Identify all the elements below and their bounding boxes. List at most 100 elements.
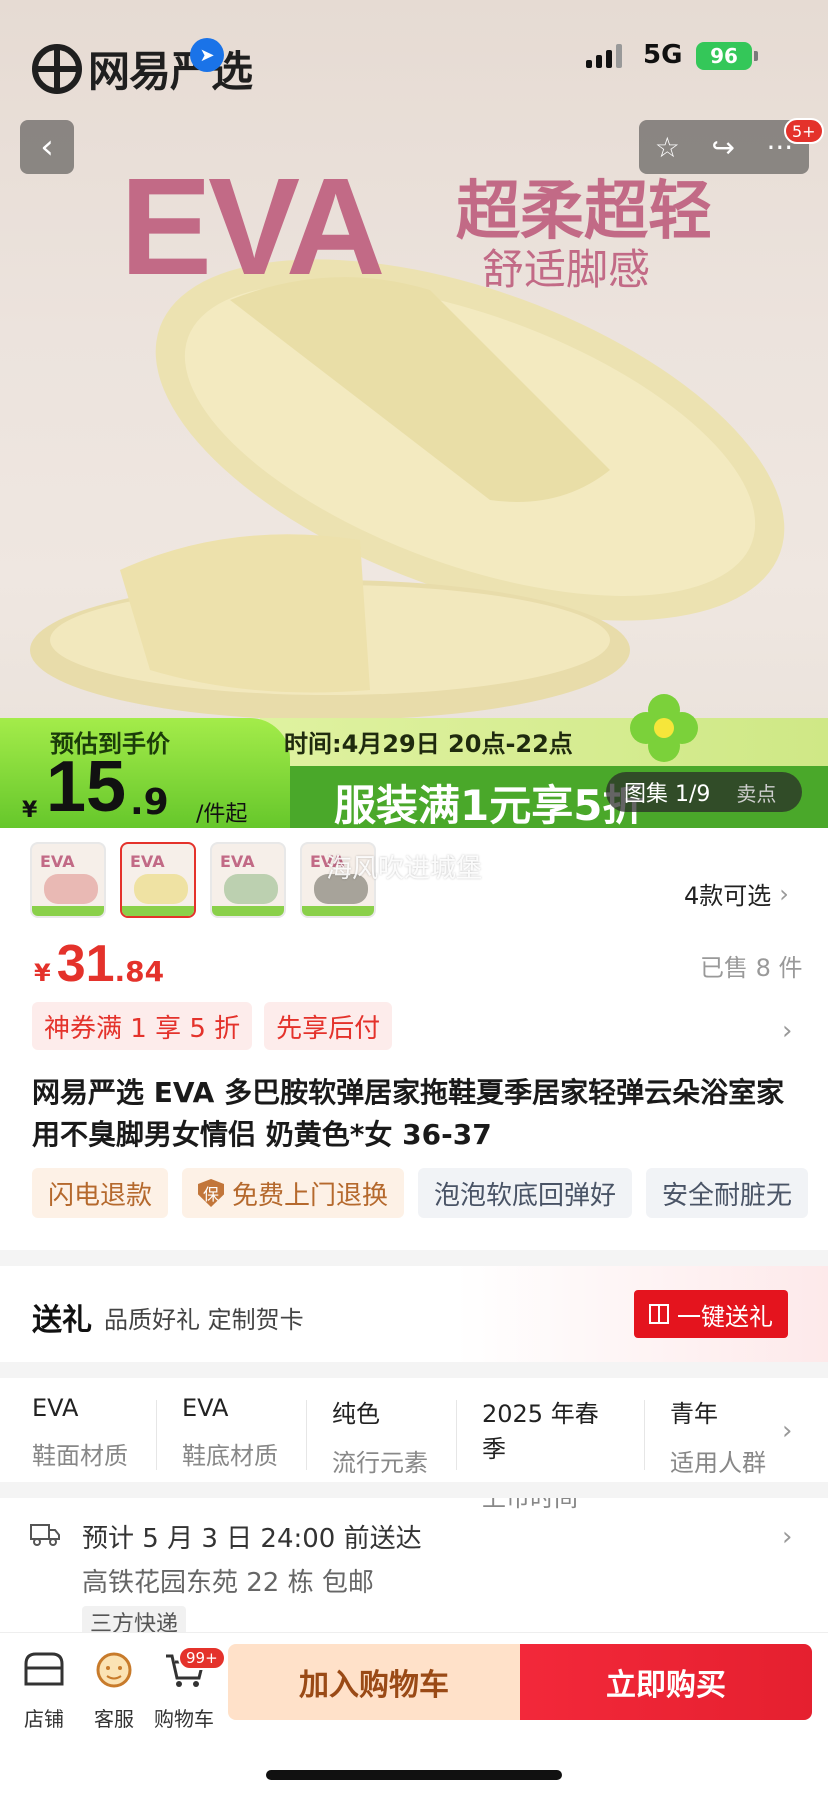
promo-slogan: 服装满1元享5折	[334, 781, 645, 830]
section-divider	[0, 1482, 828, 1498]
spec-key: 鞋底材质	[182, 1442, 278, 1470]
buy-now-button[interactable]: 立即购买	[520, 1644, 812, 1720]
promo-time: 时间:4月29日 20点-22点	[284, 730, 573, 758]
gift-icon	[649, 1304, 669, 1324]
thumbnail-label: EVA	[40, 852, 75, 871]
gift-subtitle: 品质好礼 定制贺卡	[104, 1306, 304, 1334]
service-icon	[96, 1652, 132, 1688]
chevron-right-icon: ›	[779, 879, 789, 908]
spec-divider	[644, 1400, 645, 1470]
brand-name: 网易严选	[88, 47, 253, 96]
tag-free-pickup[interactable]: 保 免费上门退换	[182, 1168, 405, 1218]
nav-store-label: 店铺	[24, 1707, 64, 1731]
tag-feature-safe[interactable]: 安全耐脏无	[646, 1168, 809, 1218]
variant-count: 4款可选	[684, 882, 772, 910]
section-divider	[0, 1362, 828, 1378]
brand-mark-icon	[32, 43, 82, 94]
back-button[interactable]: ‹	[20, 120, 74, 174]
chevron-right-icon[interactable]: ›	[782, 1016, 792, 1046]
tag-free-pickup-label: 免费上门退换	[232, 1180, 389, 1211]
home-indicator[interactable]	[266, 1770, 562, 1780]
spec-divider	[306, 1400, 307, 1470]
current-price: ¥ 31 .84	[34, 934, 164, 994]
thumbnail-label: EVA	[220, 852, 255, 871]
nav-store[interactable]: 店铺	[12, 1650, 76, 1732]
gift-button-label: 一键送礼	[677, 1302, 773, 1331]
spec-key: 流行元素	[332, 1449, 428, 1477]
thumbnail-slipper	[44, 874, 98, 904]
spec-divider	[456, 1400, 457, 1470]
sold-count: 已售 8 件	[700, 954, 803, 982]
product-title: 网易严选 EVA 多巴胺软弹居家拖鞋夏季居家轻弹云朵浴室家用不臭脚男女情侣 奶黄…	[32, 1076, 785, 1151]
chevron-right-icon[interactable]: ›	[782, 1522, 792, 1552]
promo-price-int: 15	[46, 747, 127, 827]
spec-divider	[156, 1400, 157, 1470]
shield-icon: 保	[198, 1179, 225, 1207]
shipping-eta: 预计 5 月 3 日 24:00 前送达	[82, 1524, 422, 1554]
star-icon[interactable]: ☆	[655, 131, 680, 164]
spec-item: 纯色 流行元素	[332, 1394, 472, 1478]
flower-icon	[630, 694, 698, 762]
price-int: 31	[56, 935, 115, 993]
spec-list[interactable]: EVA 鞋面材质 EVA 鞋底材质 纯色 流行元素 2025 年春季 上市时间 青年 适用人群	[0, 1378, 828, 1512]
thumbnail-footer	[212, 906, 284, 916]
network-type: 5G	[643, 40, 683, 70]
variant-selector[interactable]: 4款可选 ›	[684, 876, 789, 911]
nav-service[interactable]: 客服	[82, 1650, 146, 1732]
price-dec: .84	[114, 955, 165, 988]
seller-point-tab[interactable]: 卖点	[736, 778, 776, 807]
spec-value: EVA	[182, 1394, 229, 1422]
truck-icon	[30, 1524, 60, 1546]
coupon-row[interactable]: 神券满 1 享 5 折 先享后付	[32, 1002, 393, 1050]
gallery-pill[interactable]: 图集 1/9 卖点	[606, 772, 802, 812]
thumbnail-footer	[32, 906, 104, 916]
battery-icon: 96	[696, 42, 758, 70]
variant-thumbnail[interactable]: EVA	[210, 842, 286, 918]
price-yen: ¥	[34, 959, 51, 987]
thumbnail-label: EVA	[130, 852, 165, 871]
watermark: 海风吹进城堡	[326, 854, 483, 884]
spec-item: EVA 鞋面材质	[32, 1394, 172, 1471]
variant-thumbnail[interactable]: EVA	[120, 842, 196, 918]
spec-key: 适用人群	[670, 1449, 766, 1477]
tag-feature-soft[interactable]: 泡泡软底回弹好	[418, 1168, 633, 1218]
promo-price-unit: /件起	[196, 802, 248, 827]
hero-subheadline: 舒适脚感	[482, 245, 651, 294]
signal-icon	[586, 44, 622, 68]
status-bar: 网易严选 ➤ 5G 96	[0, 0, 828, 110]
gallery-index: 1/9	[675, 782, 711, 807]
spec-key: 鞋面材质	[32, 1442, 128, 1470]
thumbnail-footer	[302, 906, 374, 916]
add-to-cart-button[interactable]: 加入购物车	[228, 1644, 520, 1720]
variant-thumbnail[interactable]: EVA	[30, 842, 106, 918]
slipper-image	[30, 259, 785, 720]
hero-eva-text: EVA	[120, 150, 386, 304]
gift-title: 送礼	[32, 1303, 92, 1338]
coupon-pay-later[interactable]: 先享后付	[264, 1002, 393, 1050]
promo-price-dec: .9	[130, 782, 169, 823]
spec-item: EVA 鞋底材质	[182, 1394, 322, 1471]
promo-yen: ¥	[22, 798, 38, 823]
tag-fast-refund[interactable]: 闪电退款	[32, 1168, 169, 1218]
store-icon	[24, 1652, 64, 1686]
share-icon[interactable]: ↪	[711, 131, 734, 164]
message-badge: 5+	[784, 118, 824, 144]
spec-value: 纯色	[332, 1400, 380, 1428]
section-divider	[0, 1250, 828, 1266]
spec-value: 2025 年春季	[482, 1400, 599, 1463]
coupon-discount[interactable]: 神券满 1 享 5 折	[32, 1002, 253, 1050]
thumbnail-slipper	[134, 874, 188, 904]
thumbnail-footer	[122, 906, 194, 916]
chevron-right-icon[interactable]: ›	[782, 1416, 792, 1446]
nav-cart-label: 购物车	[154, 1707, 214, 1731]
chevron-left-icon: ‹	[40, 127, 54, 167]
cart-badge: 99+	[178, 1646, 226, 1670]
spec-value: 青年	[670, 1400, 718, 1428]
variant-thumbnails: EVA EVA EVA EVA	[30, 842, 376, 918]
nav-service-label: 客服	[94, 1707, 134, 1731]
gallery-label: 图集	[624, 782, 669, 807]
thumbnail-slipper	[224, 874, 278, 904]
location-arrow-icon: ➤	[190, 38, 224, 72]
spec-item: 青年 适用人群	[670, 1394, 766, 1478]
gift-button[interactable]: 一键送礼	[634, 1290, 788, 1338]
